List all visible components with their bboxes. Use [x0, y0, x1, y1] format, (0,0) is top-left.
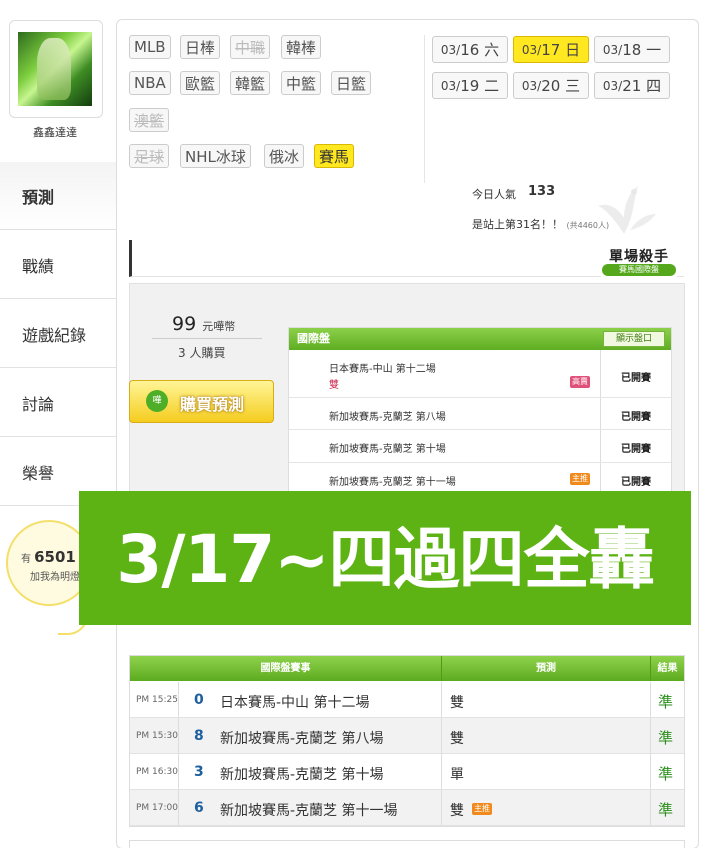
killer-subtitle: 賽馬國際盤	[602, 264, 676, 276]
main-pick-badge: 主推	[570, 473, 590, 485]
date-tab[interactable]: 03/19 二	[432, 72, 508, 99]
table-row: 新加坡賽馬-克蘭芝 第八場 已開賽	[289, 398, 671, 430]
sport-tab-kbo[interactable]: 韓棒	[281, 35, 322, 59]
sport-tab-horse-racing[interactable]: 賽馬	[314, 144, 355, 168]
date-tab[interactable]: 03/16 六	[432, 36, 508, 63]
price: 99 元嘩幣	[172, 313, 236, 335]
nav-item-discussion[interactable]: 討論	[0, 369, 116, 437]
divider	[152, 338, 262, 339]
sport-tab-nba[interactable]: NBA	[129, 71, 171, 95]
table-row: PM 15:25 0 日本賽馬-中山 第十二場 雙 準	[130, 682, 684, 718]
column-header-game: 國際盤賽事	[260, 663, 311, 674]
nav-item-label: 戰績	[22, 256, 55, 276]
sport-tab-jpn-baseball[interactable]: 日棒	[180, 35, 221, 59]
buyer-count: 3 人購買	[178, 346, 226, 360]
divider	[424, 35, 425, 183]
main-pick-badge: 主推	[472, 803, 492, 815]
table-row: PM 17:00 6 新加坡賽馬-克蘭芝 第十一場 雙 主推 準	[130, 790, 684, 826]
table-row: 新加坡賽馬-克蘭芝 第十場 已開賽	[289, 430, 671, 463]
date-tab-active[interactable]: 03/17 日	[513, 36, 589, 63]
username[interactable]: 鑫鑫達達	[0, 124, 110, 140]
nav-item-label: 預測	[22, 187, 55, 207]
nav-item-label: 榮譽	[22, 463, 55, 483]
sport-tab-jpn-basketball[interactable]: 日籃	[331, 71, 372, 95]
sport-tab-khl[interactable]: 俄冰	[264, 144, 305, 168]
buy-prediction-label[interactable]: 購買預測	[180, 391, 244, 415]
sport-tab-mlb[interactable]: MLB	[129, 35, 171, 59]
sport-tab-nhl[interactable]: NHL冰球	[180, 144, 251, 168]
nav-item-label: 遊戲紀錄	[22, 325, 87, 345]
sport-tab-soccer: 足球	[129, 144, 170, 168]
table-row: 新加坡賽馬-克蘭芝 第十一場 主推 已開賽	[289, 463, 671, 491]
sport-tab-kor-basketball[interactable]: 韓籃	[230, 71, 271, 95]
nav-item-game-history[interactable]: 遊戲紀錄	[0, 300, 116, 368]
table-row: PM 16:30 3 新加坡賽馬-克蘭芝 第十場 單 準	[130, 754, 684, 790]
date-tab[interactable]: 03/20 三	[513, 72, 589, 99]
column-header-pick: 預測	[441, 656, 650, 681]
column-header-result: 結果	[650, 656, 684, 681]
nav-item-record[interactable]: 戰績	[0, 231, 116, 299]
results-table-header: 國際盤賽事 預測 結果	[130, 656, 684, 681]
next-section-edge	[129, 840, 685, 848]
table-row: 日本賽馬-中山 第十二場 雙 高賣 已開賽	[289, 350, 671, 398]
coin-icon: 嘩	[146, 390, 168, 412]
sport-tab-euro-basketball[interactable]: 歐籃	[180, 71, 221, 95]
nav-item-predictions[interactable]: 預測	[0, 162, 116, 230]
popularity-value: 133	[528, 184, 556, 199]
sport-tab-cpbl: 中職	[230, 35, 271, 59]
table-row: PM 15:30 8 新加坡賽馬-克蘭芝 第八場 雙 準	[130, 718, 684, 754]
avatar-figure	[37, 38, 71, 100]
date-tab[interactable]: 03/21 四	[594, 72, 670, 99]
show-odds-button[interactable]: 顯示盤口	[603, 331, 665, 347]
sport-tab-chn-basketball[interactable]: 中籃	[281, 71, 322, 95]
popularity-label: 今日人氣	[472, 188, 516, 201]
killer-title: 單場殺手	[609, 249, 669, 265]
rank-text: 是站上第31名！！ (共4460人)	[472, 218, 610, 231]
leaf-decoration-icon	[598, 186, 656, 234]
nav-item-label: 討論	[22, 394, 55, 414]
hot-sell-badge: 高賣	[570, 376, 590, 388]
sport-tab-aus-basketball: 澳籃	[129, 108, 170, 132]
date-tab[interactable]: 03/18 一	[594, 36, 670, 63]
promo-banner-text: 3/17~四過四全轟	[116, 521, 654, 598]
